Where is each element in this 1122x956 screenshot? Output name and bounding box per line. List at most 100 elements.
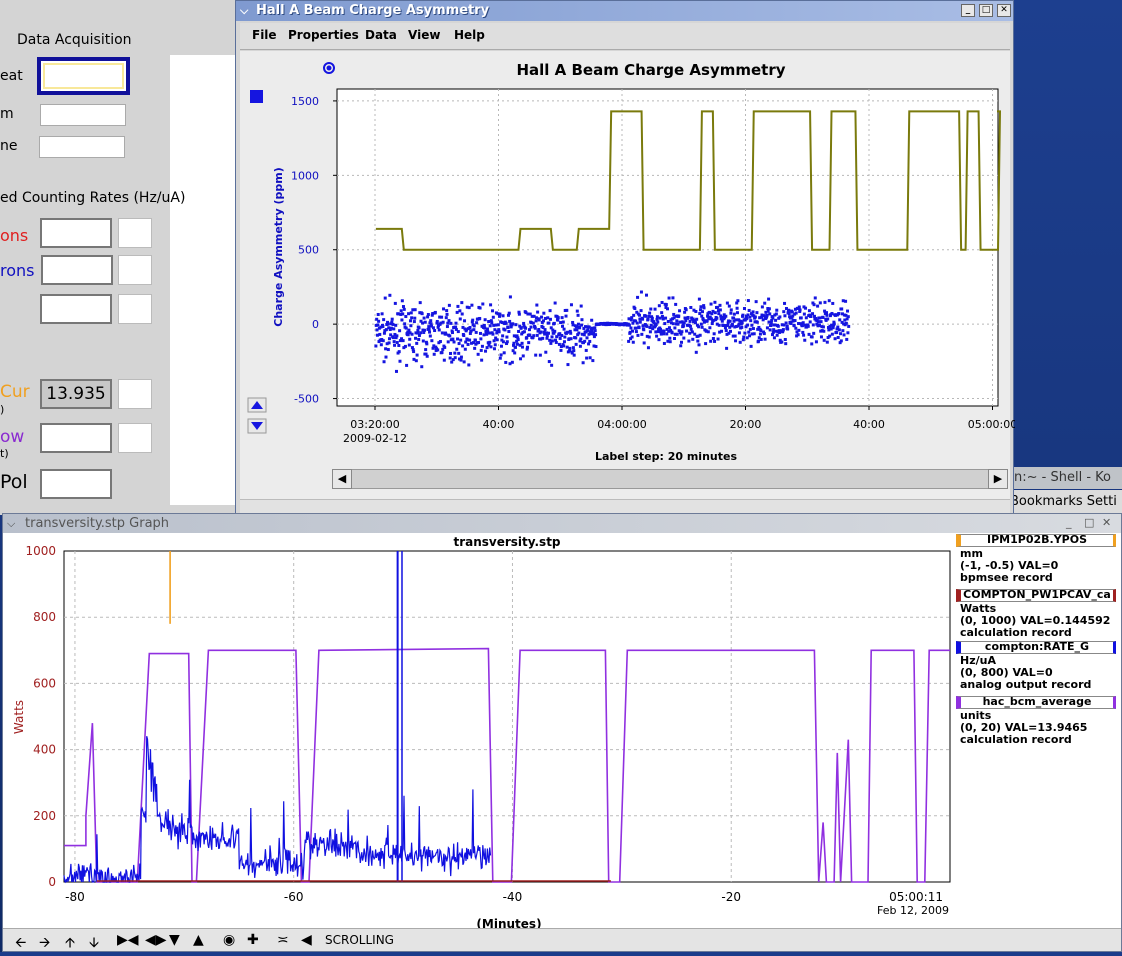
scatter-point (481, 302, 485, 306)
scatter-point (846, 331, 850, 335)
scroll-left-button[interactable]: ◀ (332, 469, 352, 489)
scatter-point (510, 360, 514, 364)
scroll-up-icon[interactable]: 🡩 (65, 932, 75, 956)
scatter-point (420, 365, 424, 369)
scatter-point (391, 322, 395, 326)
close-button[interactable]: ✕ (997, 4, 1011, 17)
ow-label: ow (0, 427, 25, 447)
konsole-menubar[interactable]: Bookmarks Setti (1010, 490, 1122, 514)
window-menu-icon-2[interactable]: ⌵ (7, 514, 15, 533)
legend-series-button[interactable]: hac_bcm_average (956, 696, 1116, 709)
scatter-point (513, 345, 517, 349)
scatter-point (715, 316, 719, 320)
crosshair-icon[interactable]: ✚ (247, 932, 259, 948)
ne-label: ne (0, 138, 18, 154)
ons-small-field[interactable] (118, 218, 152, 248)
scatter-point (844, 321, 848, 325)
scatter-point (662, 341, 666, 345)
scatter-point (413, 308, 417, 312)
horizontal-scrollbar[interactable]: ◀ ▶ (332, 469, 1008, 489)
scatter-point (825, 311, 829, 315)
legend-series-button[interactable]: COMPTON_PW1PCAV_ca (956, 589, 1116, 602)
current-value-field: 13.935 (40, 379, 112, 409)
scatter-point (759, 337, 763, 341)
menu-properties[interactable]: Properties (288, 28, 359, 42)
chart-title: Hall A Beam Charge Asymmetry (516, 61, 785, 79)
ne-field[interactable] (39, 136, 125, 158)
scatter-point (836, 336, 840, 340)
x-end-date: Feb 12, 2009 (877, 904, 949, 917)
scatter-point (495, 338, 499, 342)
graph-titlebar[interactable]: ⌵ transversity.stp Graph _ □ ✕ (3, 514, 1121, 533)
scatter-point (581, 361, 585, 365)
close-button-2[interactable]: ✕ (1102, 513, 1111, 532)
konsole-titlebar[interactable]: n:~ - Shell - Ko (1010, 467, 1122, 489)
m-field[interactable] (40, 104, 126, 126)
small-field-3[interactable] (118, 294, 152, 324)
scatter-point (821, 325, 825, 329)
zoom-out-horizontal-icon[interactable]: ◀▶ (145, 932, 167, 948)
scatter-point (830, 311, 834, 315)
zoom-in-horizontal-icon[interactable]: ▶◀ (117, 932, 139, 948)
scatter-point (650, 316, 654, 320)
rons-rate-field[interactable] (41, 255, 113, 285)
maximize-button-2[interactable]: □ (1084, 513, 1094, 532)
scatter-point (403, 344, 407, 348)
scatter-point (560, 316, 564, 320)
scatter-point (810, 342, 814, 346)
target-icon[interactable]: ◉ (223, 932, 235, 948)
scroll-right-icon[interactable]: 🡪 (39, 932, 50, 956)
scatter-point (517, 312, 521, 316)
ow-small-field[interactable] (118, 423, 152, 453)
minimize-button[interactable]: _ (961, 4, 975, 17)
scatter-point (837, 312, 841, 316)
scatter-point (380, 312, 384, 316)
menu-help[interactable]: Help (454, 28, 485, 42)
pol-label: Pol (0, 471, 28, 493)
menu-view[interactable]: View (408, 28, 440, 42)
scatter-point (688, 331, 692, 335)
scatter-point (445, 325, 449, 329)
scatter-point (672, 337, 676, 341)
scroll-down-icon[interactable]: 🡫 (89, 932, 99, 956)
scatter-point (414, 336, 418, 340)
maximize-button[interactable]: □ (979, 4, 993, 17)
scatter-point (804, 306, 808, 310)
scatter-point (663, 322, 667, 326)
y-tick-label: 1000 (25, 544, 56, 558)
scatter-point (677, 314, 681, 318)
scatter-point (583, 339, 587, 343)
legend-series-button[interactable]: IPM1P02B.YPOS (956, 534, 1116, 547)
play-back-icon[interactable]: ◀ (301, 932, 312, 948)
scatter-point (827, 299, 831, 303)
menu-file[interactable]: File (252, 28, 277, 42)
zoom-in-vertical-icon[interactable]: ▼ (169, 932, 180, 948)
scatter-point (478, 331, 482, 335)
scroll-left-icon[interactable]: 🡨 (15, 932, 26, 956)
heat-field[interactable] (37, 57, 130, 95)
ow-field[interactable] (40, 423, 112, 453)
scatter-point (473, 346, 477, 350)
scatter-point (769, 323, 773, 327)
scatter-point (667, 326, 671, 330)
cur-small-field[interactable] (118, 379, 152, 409)
window-menu-icon[interactable]: ⌵ (240, 1, 248, 21)
scatter-point (831, 301, 835, 305)
rons-small-field[interactable] (118, 255, 152, 285)
scatter-point (668, 336, 672, 340)
autoscale-icon[interactable]: ≍ (277, 932, 289, 948)
scatter-point (566, 330, 570, 334)
pol-field[interactable] (40, 469, 112, 499)
legend-series-button[interactable]: compton:RATE_G (956, 641, 1116, 654)
rate-field-3[interactable] (40, 294, 112, 324)
scatter-point (767, 297, 771, 301)
scatter-point (735, 311, 739, 315)
scatter-point (787, 308, 791, 312)
minimize-button-2[interactable]: _ (1066, 513, 1072, 532)
zoom-out-vertical-icon[interactable]: ▲ (193, 932, 204, 948)
ons-rate-field[interactable] (40, 218, 112, 248)
window-titlebar[interactable]: ⌵ Hall A Beam Charge Asymmetry _ □ ✕ (236, 1, 1013, 21)
scroll-right-button[interactable]: ▶ (988, 469, 1008, 489)
menu-data[interactable]: Data (365, 28, 397, 42)
scatter-point (729, 311, 733, 315)
